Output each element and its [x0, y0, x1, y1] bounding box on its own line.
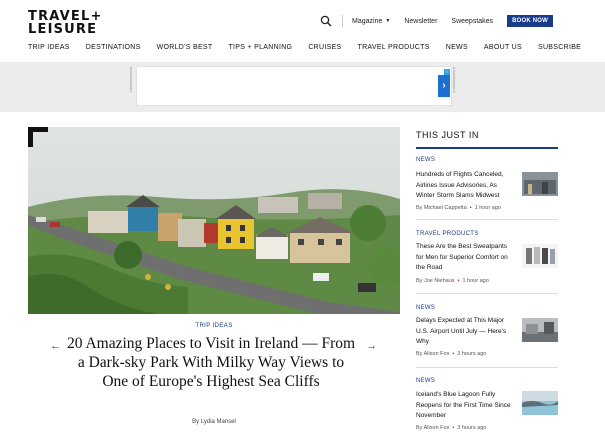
- main-nav: TRIP IDEAS DESTINATIONS WORLD'S BEST TIP…: [28, 44, 581, 54]
- story-meta: By Joe Niehaus • 1 hour ago: [416, 278, 489, 284]
- bullet-dot: •: [469, 205, 472, 211]
- story-time: 3 hours ago: [457, 425, 487, 431]
- hero-headline[interactable]: 20 Amazing Places to Visit in Ireland — …: [66, 334, 356, 391]
- magazine-label: Magazine: [352, 17, 383, 25]
- divider: [342, 15, 344, 27]
- subscribe-link[interactable]: SUBSCRIBE: [538, 44, 581, 54]
- story-category[interactable]: TRAVEL PRODUCTS: [416, 231, 558, 237]
- story-time: 1 hour ago: [474, 205, 501, 211]
- story-title[interactable]: Iceland's Blue Lagoon Fully Reopens for …: [416, 390, 514, 422]
- story-thumbnail[interactable]: [522, 244, 558, 268]
- this-just-in-sidebar: THIS JUST IN NEWS Hundreds of Flights Ca…: [416, 127, 558, 431]
- sidebar-title: THIS JUST IN: [416, 130, 558, 149]
- story-author[interactable]: By Michael Cappetta: [416, 205, 467, 211]
- ad-band: Advertisement i › Advertisement: [0, 62, 605, 112]
- nav-worlds-best[interactable]: WORLD'S BEST: [157, 44, 213, 54]
- bullet-dot: •: [457, 278, 460, 284]
- search-icon[interactable]: [320, 15, 332, 27]
- sidebar-story[interactable]: NEWS Iceland's Blue Lagoon Fully Reopens…: [416, 378, 558, 431]
- hero-kicker[interactable]: TRIP IDEAS: [28, 323, 400, 329]
- ad-chevron-right-icon[interactable]: ›: [438, 75, 450, 97]
- story-title[interactable]: Hundreds of Flights Canceled, Airlines I…: [416, 170, 514, 202]
- arrow-left-icon[interactable]: ←: [50, 340, 61, 352]
- story-author[interactable]: By Alison Fox: [416, 425, 449, 431]
- ad-label-left: Advertisement: [128, 67, 133, 93]
- bullet-dot: •: [452, 351, 455, 357]
- utility-bar: Magazine ▼ Newsletter Sweepstakes BOOK N…: [320, 15, 553, 27]
- story-meta: By Alison Fox • 3 hours ago: [416, 351, 486, 357]
- corner-bracket-mark: [28, 127, 48, 147]
- chevron-down-icon: ▼: [385, 18, 391, 24]
- story-thumbnail[interactable]: [522, 318, 558, 342]
- sidebar-story[interactable]: NEWS Delays Expected at This Major U.S. …: [416, 305, 558, 368]
- book-now-button[interactable]: BOOK NOW: [507, 15, 553, 27]
- logo-line-2: LEISURE: [28, 22, 98, 37]
- story-time: 3 hours ago: [457, 351, 487, 357]
- newsletter-link[interactable]: Newsletter: [404, 18, 437, 25]
- ad-label-right: Advertisement: [452, 67, 457, 93]
- nav-news[interactable]: NEWS: [446, 44, 468, 54]
- sidebar-story[interactable]: TRAVEL PRODUCTS These Are the Best Sweat…: [416, 231, 558, 294]
- story-time: 1 hour ago: [462, 278, 489, 284]
- story-thumbnail[interactable]: [522, 172, 558, 196]
- nav-tips-planning[interactable]: TIPS + PLANNING: [228, 44, 292, 54]
- sweepstakes-link[interactable]: Sweepstakes: [451, 18, 493, 25]
- divider: [416, 219, 558, 220]
- nav-trip-ideas[interactable]: TRIP IDEAS: [28, 44, 70, 54]
- advertisement[interactable]: [136, 66, 452, 106]
- story-meta: By Alison Fox • 3 hours ago: [416, 425, 486, 431]
- sidebar-story[interactable]: NEWS Hundreds of Flights Canceled, Airli…: [416, 157, 558, 220]
- hero-byline: By Lydia Mansel: [192, 419, 236, 425]
- nav-cruises[interactable]: CRUISES: [308, 44, 341, 54]
- magazine-dropdown[interactable]: Magazine ▼: [352, 18, 390, 25]
- divider: [416, 367, 558, 368]
- story-category[interactable]: NEWS: [416, 305, 558, 311]
- story-title[interactable]: Delays Expected at This Major U.S. Airpo…: [416, 316, 514, 348]
- bullet-dot: •: [452, 425, 455, 431]
- travel-leisure-logo[interactable]: TRAVEL+ LEISURE: [28, 10, 120, 38]
- nav-about-us[interactable]: ABOUT US: [484, 44, 522, 54]
- nav-travel-products[interactable]: TRAVEL PRODUCTS: [358, 44, 430, 54]
- story-category[interactable]: NEWS: [416, 378, 558, 384]
- story-meta: By Michael Cappetta • 1 hour ago: [416, 205, 501, 211]
- divider: [416, 293, 558, 294]
- story-thumbnail[interactable]: [522, 391, 558, 415]
- nav-destinations[interactable]: DESTINATIONS: [86, 44, 141, 54]
- story-author[interactable]: By Joe Niehaus: [416, 278, 455, 284]
- arrow-right-icon[interactable]: →: [366, 340, 377, 352]
- hero-image[interactable]: [28, 127, 400, 314]
- story-title[interactable]: These Are the Best Sweatpants for Men fo…: [416, 242, 514, 274]
- story-category[interactable]: NEWS: [416, 157, 558, 163]
- story-author[interactable]: By Alison Fox: [416, 351, 449, 357]
